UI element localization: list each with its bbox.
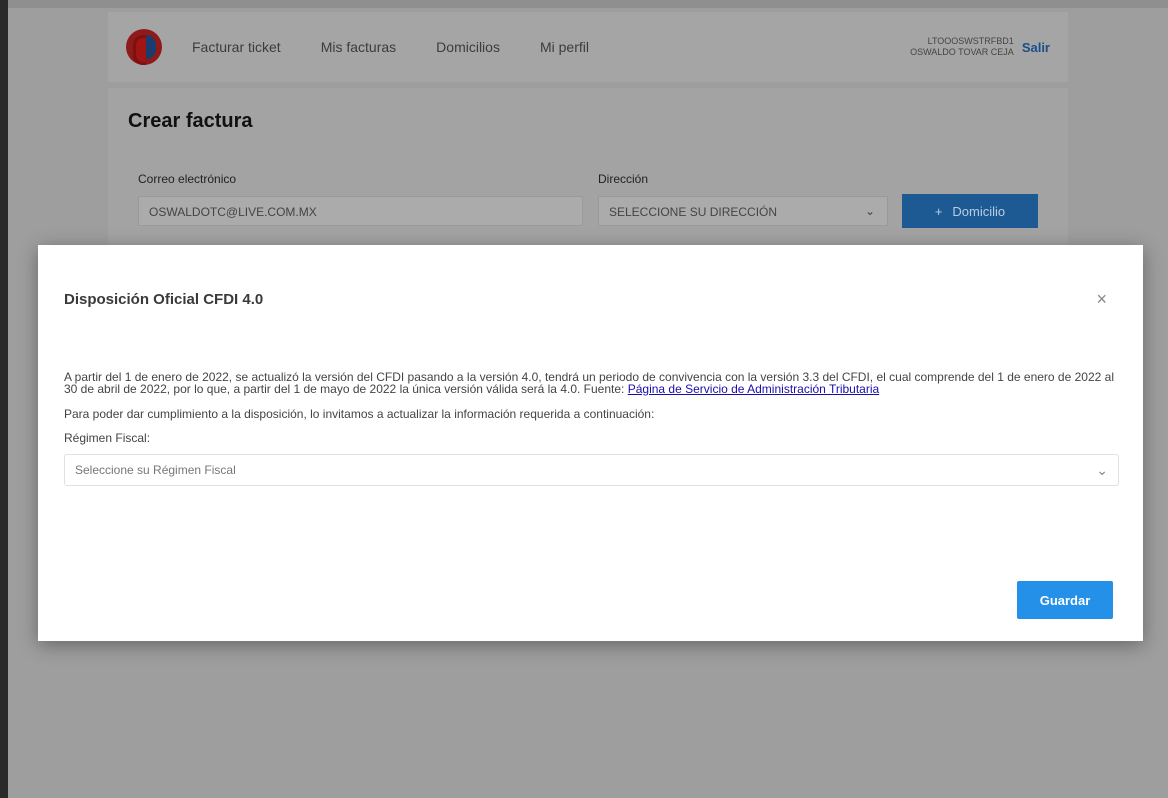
user-info: LTOOOSWSTRFBD1 OSWALDO TOVAR CEJA <box>910 36 1014 58</box>
instruction-paragraph: Para poder dar cumplimiento a la disposi… <box>64 407 655 421</box>
brand-logo[interactable] <box>126 29 162 65</box>
top-navbar: Facturar ticket Mis facturas Domicilios … <box>108 12 1068 82</box>
plus-icon: + <box>934 203 943 219</box>
regimen-fiscal-placeholder: Seleccione su Régimen Fiscal <box>75 463 236 477</box>
regimen-fiscal-select[interactable]: Seleccione su Régimen Fiscal ⌄ <box>64 454 1119 486</box>
page-title: Crear factura <box>128 110 253 132</box>
add-address-button[interactable]: + Domicilio <box>902 194 1038 228</box>
user-rfc: LTOOOSWSTRFBD1 <box>927 36 1014 46</box>
nav-mi-perfil[interactable]: Mi perfil <box>540 39 589 55</box>
sat-source-link[interactable]: Página de Servicio de Administración Tri… <box>628 382 879 396</box>
cfdi-notice-paragraph: A partir del 1 de enero de 2022, se actu… <box>64 371 1119 395</box>
address-select-value: SELECCIONE SU DIRECCIÓN <box>609 205 778 219</box>
nav-mis-facturas[interactable]: Mis facturas <box>321 39 396 55</box>
close-icon[interactable]: × <box>1096 289 1107 310</box>
nav-domicilios[interactable]: Domicilios <box>436 39 500 55</box>
chevron-down-icon: ⌄ <box>864 204 875 218</box>
cfdi-notice-text: A partir del 1 de enero de 2022, se actu… <box>64 370 1114 396</box>
address-label: Dirección <box>598 172 649 186</box>
modal-body: A partir del 1 de enero de 2022, se actu… <box>64 371 1119 486</box>
cfdi-modal: Disposición Oficial CFDI 4.0 × A partir … <box>38 245 1143 641</box>
email-label: Correo electrónico <box>138 172 237 186</box>
invoice-form: Crear factura Correo electrónico OSWALDO… <box>108 88 1068 248</box>
nav-facturar-ticket[interactable]: Facturar ticket <box>192 39 281 55</box>
logout-link[interactable]: Salir <box>1022 40 1050 55</box>
address-select[interactable]: SELECCIONE SU DIRECCIÓN ⌄ <box>598 196 888 226</box>
add-address-label: Domicilio <box>952 203 1006 219</box>
modal-title: Disposición Oficial CFDI 4.0 <box>64 291 264 308</box>
chevron-down-icon: ⌄ <box>1096 462 1108 478</box>
regimen-fiscal-label: Régimen Fiscal: <box>64 431 151 445</box>
email-field[interactable]: OSWALDOTC@LIVE.COM.MX <box>138 196 583 226</box>
window-left-edge <box>0 0 8 798</box>
save-button[interactable]: Guardar <box>1017 581 1113 619</box>
window-top-edge <box>8 0 1168 8</box>
user-name: OSWALDO TOVAR CEJA <box>910 47 1014 57</box>
